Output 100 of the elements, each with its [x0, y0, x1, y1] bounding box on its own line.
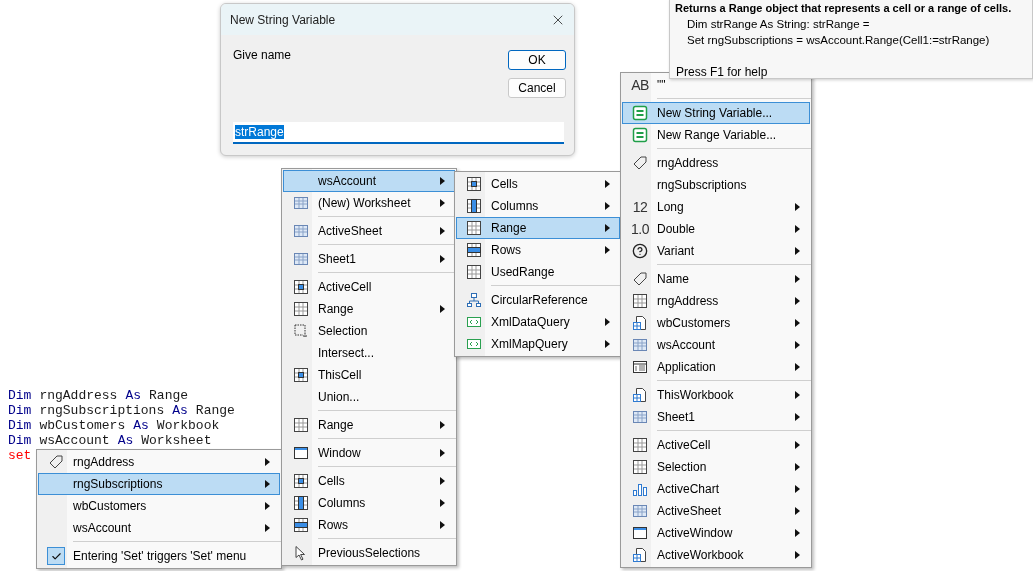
menu-item[interactable]: New Range Variable...	[622, 124, 810, 146]
column-icon	[466, 198, 482, 214]
dialog-title: New String Variable	[230, 12, 336, 27]
menu-item[interactable]: Cells	[456, 173, 620, 195]
menu-item[interactable]: Window	[283, 442, 455, 464]
selection-icon	[293, 323, 309, 339]
menu-item[interactable]: Selection	[283, 320, 455, 342]
menu-item[interactable]: ThisCell	[283, 364, 455, 386]
menu-item[interactable]: XmlMapQuery	[456, 333, 620, 355]
checkbox[interactable]	[47, 547, 65, 565]
window-icon	[632, 525, 648, 541]
menu-item[interactable]: wsAccount	[283, 170, 455, 192]
menu-item[interactable]: Intersect...	[283, 342, 455, 364]
tag-icon	[48, 454, 64, 470]
tooltip-line: Set rngSubscriptions = wsAccount.Range(Cell1:=strRange)	[686, 33, 991, 48]
menu-item[interactable]: Rows	[456, 239, 620, 261]
menu-item[interactable]: Range	[456, 217, 620, 239]
menu-item[interactable]: wsAccount	[622, 334, 810, 356]
code-tag-icon	[466, 336, 482, 352]
row-icon	[466, 242, 482, 258]
workbook-icon	[632, 315, 648, 331]
cell-icon	[293, 367, 309, 383]
menu-item[interactable]: wbCustomers	[38, 495, 280, 517]
menu-item[interactable]: Range	[283, 414, 455, 436]
menu-item[interactable]: XmlDataQuery	[456, 311, 620, 333]
menu-item[interactable]: ActiveCell	[622, 434, 810, 456]
type-icon: AB	[631, 77, 649, 93]
menu-item[interactable]: Cells	[283, 470, 455, 492]
menu-item[interactable]: (New) Worksheet	[283, 192, 455, 214]
workbook-icon	[632, 387, 648, 403]
dialog-button[interactable]: Cancel	[508, 78, 566, 98]
menu-item[interactable]: Rows	[283, 514, 455, 536]
row-icon	[293, 517, 309, 533]
grid-icon	[632, 293, 648, 309]
menu-item[interactable]: Columns	[456, 195, 620, 217]
menu-item[interactable]: Application	[622, 356, 810, 378]
list-icon	[632, 127, 648, 143]
column-icon	[293, 495, 309, 511]
menu-item[interactable]: Entering 'Set' triggers 'Set' menu	[38, 545, 280, 567]
tooltip-line: Dim strRange As String: strRange =	[686, 17, 871, 32]
code-line: Dim wbCustomers As Workbook	[8, 418, 220, 433]
workbook-icon	[632, 547, 648, 563]
menu-item[interactable]: 12 Long	[622, 196, 810, 218]
cell-icon	[293, 473, 309, 489]
code-line: Dim wsAccount As Worksheet	[8, 433, 212, 448]
window-icon	[293, 445, 309, 461]
check-icon	[50, 550, 62, 562]
help-icon	[632, 243, 648, 259]
menu-item[interactable]: rngAddress	[622, 290, 810, 312]
menu-item[interactable]: ActiveChart	[622, 478, 810, 500]
input-field[interactable]: strRange	[233, 122, 564, 144]
grid-icon	[466, 264, 482, 280]
menu-item[interactable]: Variant	[622, 240, 810, 262]
menu-item[interactable]: CircularReference	[456, 289, 620, 311]
cell-icon	[466, 176, 482, 192]
type-icon: 1.0	[631, 221, 649, 237]
menu-item[interactable]: 1.0 Double	[622, 218, 810, 240]
help-hint: Press F1 for help	[676, 64, 769, 80]
menu-item[interactable]: rngAddress	[38, 451, 280, 473]
application-icon	[632, 359, 648, 375]
menu-item[interactable]: New String Variable...	[622, 102, 810, 124]
cell-icon	[293, 279, 309, 295]
menu-item[interactable]: ActiveWindow	[622, 522, 810, 544]
menu-item[interactable]: PreviousSelections	[283, 542, 455, 564]
menu-item[interactable]: ThisWorkbook	[622, 384, 810, 406]
sheet-icon	[293, 251, 309, 267]
menu-item[interactable]: rngSubscriptions	[38, 473, 280, 495]
sheet-icon	[632, 337, 648, 353]
menu-item[interactable]: Selection	[622, 456, 810, 478]
menu-item[interactable]: Union...	[283, 386, 455, 408]
menu-item[interactable]: wbCustomers	[622, 312, 810, 334]
code-tag-icon	[466, 314, 482, 330]
menu-item[interactable]: Range	[283, 298, 455, 320]
menu-item[interactable]: rngSubscriptions	[622, 174, 810, 196]
menu-item[interactable]: UsedRange	[456, 261, 620, 283]
tree-icon	[466, 292, 482, 308]
menu-item[interactable]: ActiveSheet	[283, 220, 455, 242]
code-line: Dim rngAddress As Range	[8, 388, 189, 403]
menu-item[interactable]: rngAddress	[622, 152, 810, 174]
menu-item[interactable]: ActiveSheet	[622, 500, 810, 522]
menu-item[interactable]: Name	[622, 268, 810, 290]
bar-chart-icon	[632, 481, 648, 497]
sheet-icon	[632, 409, 648, 425]
sheet-icon	[632, 503, 648, 519]
menu-item[interactable]: Sheet1	[283, 248, 455, 270]
dialog-button[interactable]: OK	[508, 50, 566, 70]
menu-item[interactable]: Columns	[283, 492, 455, 514]
sheet-icon	[293, 195, 309, 211]
grid-icon	[293, 417, 309, 433]
prompt-label: Give name	[233, 48, 293, 64]
menu-item[interactable]: Sheet1	[622, 406, 810, 428]
tag-icon	[632, 155, 648, 171]
list-icon	[632, 105, 648, 121]
sheet-icon	[293, 223, 309, 239]
menu-item[interactable]: ActiveCell	[283, 276, 455, 298]
menu-item[interactable]: ActiveWorkbook	[622, 544, 810, 566]
grid-icon	[632, 437, 648, 453]
tooltip-title: Returns a Range object that represents a cell or a range of cells.	[675, 1, 1013, 16]
grid-icon	[466, 220, 482, 236]
menu-item[interactable]: wsAccount	[38, 517, 280, 539]
